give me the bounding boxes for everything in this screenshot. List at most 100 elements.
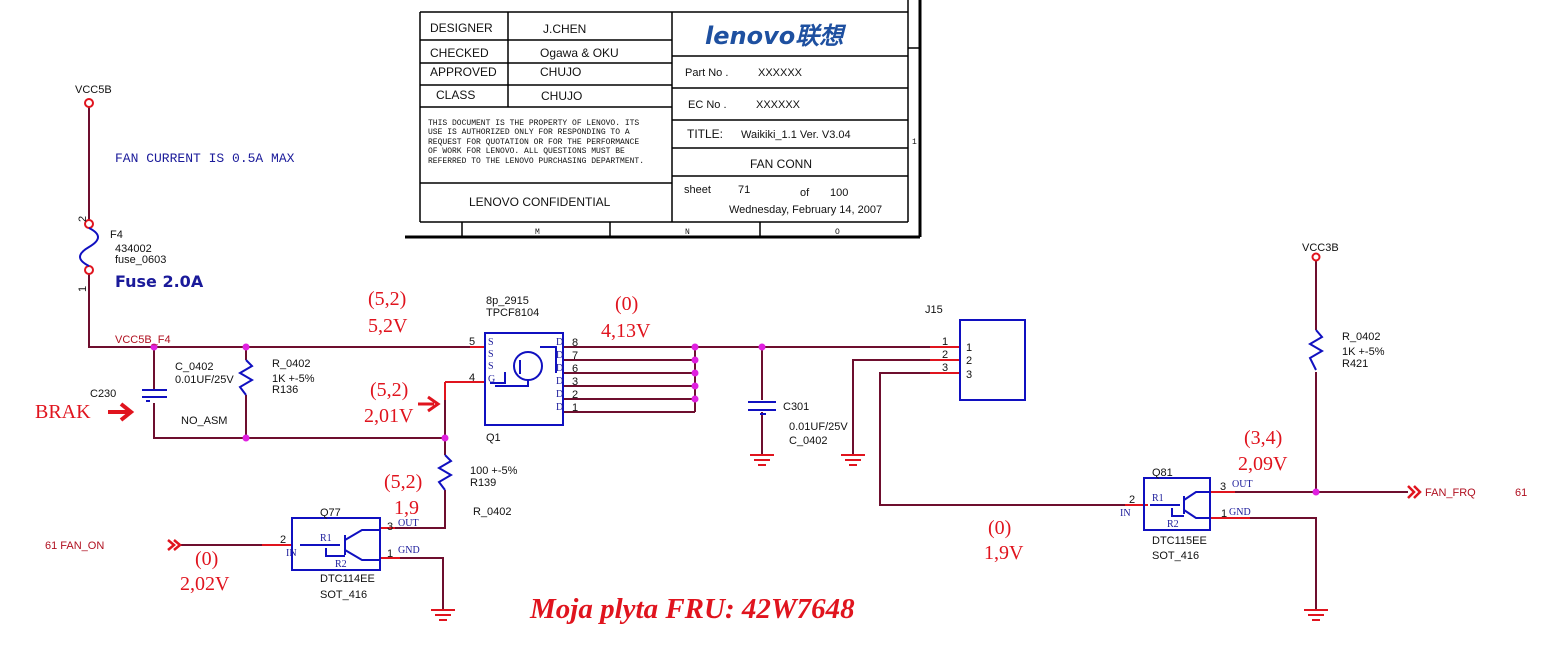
transistor-symbol-icon <box>300 529 380 561</box>
measurement-volts: 5,2V <box>368 315 408 337</box>
pin-label: D <box>556 363 563 374</box>
pin-label: R1 <box>1152 493 1164 504</box>
junction-dot <box>691 382 699 390</box>
part-no-label: Part No . <box>685 67 728 79</box>
pin-label: IN <box>1120 508 1131 519</box>
offpage-connector-icon <box>1407 485 1422 499</box>
schematic: DESIGNER J.CHEN CHECKED Ogawa & OKU APPR… <box>35 0 1527 625</box>
pin-number: 1 <box>1221 508 1227 520</box>
net-label-vcc5b: VCC5B <box>75 84 112 96</box>
fuse-symbol-icon <box>79 227 99 267</box>
pin-label: R1 <box>320 533 332 544</box>
pin-label: G <box>488 374 495 385</box>
junction-dot <box>691 356 699 364</box>
confidential-label: LENOVO CONFIDENTIAL <box>469 195 611 209</box>
date: Wednesday, February 14, 2007 <box>729 204 882 216</box>
pin-label: S <box>488 337 494 348</box>
junction-dot <box>691 343 699 351</box>
resistor-symbol-icon <box>1308 329 1324 371</box>
resistor-symbol-icon <box>437 454 453 491</box>
zone-label: N <box>685 228 690 237</box>
ref-q1: Q1 <box>486 432 501 444</box>
ground-icon <box>750 454 774 466</box>
power-port-icon <box>84 98 94 108</box>
designer-label: DESIGNER <box>430 21 493 35</box>
measurement-volts: 2,02V <box>180 573 230 595</box>
measurement-code: (0) <box>195 548 218 570</box>
part-q1: TPCF8104 <box>486 307 539 319</box>
pin-number: 8 <box>572 337 578 349</box>
pkg-r139: R_0402 <box>473 506 512 518</box>
junction-dot <box>441 434 449 442</box>
notice-line: THIS DOCUMENT IS THE PROPERTY OF LENOVO.… <box>428 119 639 128</box>
junction-dot <box>1312 488 1320 496</box>
pin-number: 6 <box>572 363 578 375</box>
pin-number: 3 <box>387 521 393 533</box>
notice-line: OF WORK FOR LENOVO. ALL QUESTIONS MUST B… <box>428 147 625 156</box>
junction-dot <box>691 369 699 377</box>
pin-label: R2 <box>335 559 347 570</box>
ec-no-value: XXXXXX <box>756 99 801 111</box>
ground-icon <box>1304 609 1328 621</box>
fan-current-note: FAN CURRENT IS 0.5A MAX <box>115 151 295 166</box>
net-label-fan-frq: FAN_FRQ <box>1425 487 1476 499</box>
no-asm-label: NO_ASM <box>181 415 227 427</box>
ground-icon <box>841 454 865 466</box>
ref-q77: Q77 <box>320 507 341 519</box>
pin-number: 2 <box>280 534 286 546</box>
junctions <box>150 343 1320 496</box>
pin-label: 1 <box>966 342 972 354</box>
ref-r139: R139 <box>470 477 496 489</box>
pin-number: 1 <box>387 548 393 560</box>
pkg-c230: C_0402 <box>175 361 214 373</box>
net-label-vcc5b-f4: VCC5B_F4 <box>115 334 171 346</box>
pkg-q81: SOT_416 <box>1152 550 1199 562</box>
brak-annotation: BRAK <box>35 401 91 423</box>
ec-no-label: EC No . <box>688 99 727 111</box>
pin-number: 2 <box>572 389 578 401</box>
measurement-code: (5,2) <box>370 379 408 401</box>
ground-icon <box>431 609 455 621</box>
capacitor-c301: C301 0.01UF/25V C_0402 <box>748 401 848 447</box>
pkg-r136: R_0402 <box>272 358 311 370</box>
measurement-code: (5,2) <box>384 471 422 493</box>
pin-number: 4 <box>469 372 475 384</box>
pin-label: 3 <box>966 369 972 381</box>
measurement-code: (5,2) <box>368 288 406 310</box>
pin-label: OUT <box>1232 479 1253 490</box>
pin-number: 1 <box>77 286 89 292</box>
fuse-f4: VCC5B 2 1 F4 434002 fuse_0603 Fuse 2.0A … <box>75 84 295 346</box>
pin-label: S <box>488 361 494 372</box>
pkg-c301: C_0402 <box>789 435 828 447</box>
resistor-symbol-icon <box>238 359 254 396</box>
notice-line: USE IS AUTHORIZED ONLY FOR RESPONDING TO… <box>428 128 630 137</box>
pin-number: 7 <box>572 350 578 362</box>
board-fru-note: Moja plyta FRU: 42W7648 <box>529 593 855 625</box>
pin-label: 2 <box>966 355 972 367</box>
value-c230: 0.01UF/25V <box>175 374 234 386</box>
pkg-f4: fuse_0603 <box>115 254 166 266</box>
measurement-code: (0) <box>615 293 638 315</box>
ref-q81: Q81 <box>1152 467 1173 479</box>
pkg-q77: SOT_416 <box>320 589 367 601</box>
sheet-total: 100 <box>830 187 848 199</box>
of-label: of <box>800 187 810 199</box>
pin-number: 2 <box>942 349 948 361</box>
fuse-terminal-icon <box>84 265 94 275</box>
arrow-right-icon <box>418 395 441 413</box>
ref-r136: R136 <box>272 384 298 396</box>
notice-line: REFERRED TO THE LENOVO PURCHASING DEPART… <box>428 157 644 166</box>
pin-number: 3 <box>1220 481 1226 493</box>
lenovo-logo: lenovo联想 <box>705 22 846 50</box>
measurement-volts: 2,01V <box>364 405 414 427</box>
pkg-r421: R_0402 <box>1342 331 1381 343</box>
net-label-fan-on: 61 FAN_ON <box>45 540 104 552</box>
pin-label: D <box>556 402 563 413</box>
title-block: DESIGNER J.CHEN CHECKED Ogawa & OKU APPR… <box>405 0 922 239</box>
measurement-volts: 1,9V <box>984 542 1024 564</box>
pin-number: 1 <box>572 402 578 414</box>
checked-label: CHECKED <box>430 46 489 60</box>
junction-dot <box>691 395 699 403</box>
title-label: TITLE: <box>687 127 723 141</box>
pin-number: 1 <box>942 336 948 348</box>
